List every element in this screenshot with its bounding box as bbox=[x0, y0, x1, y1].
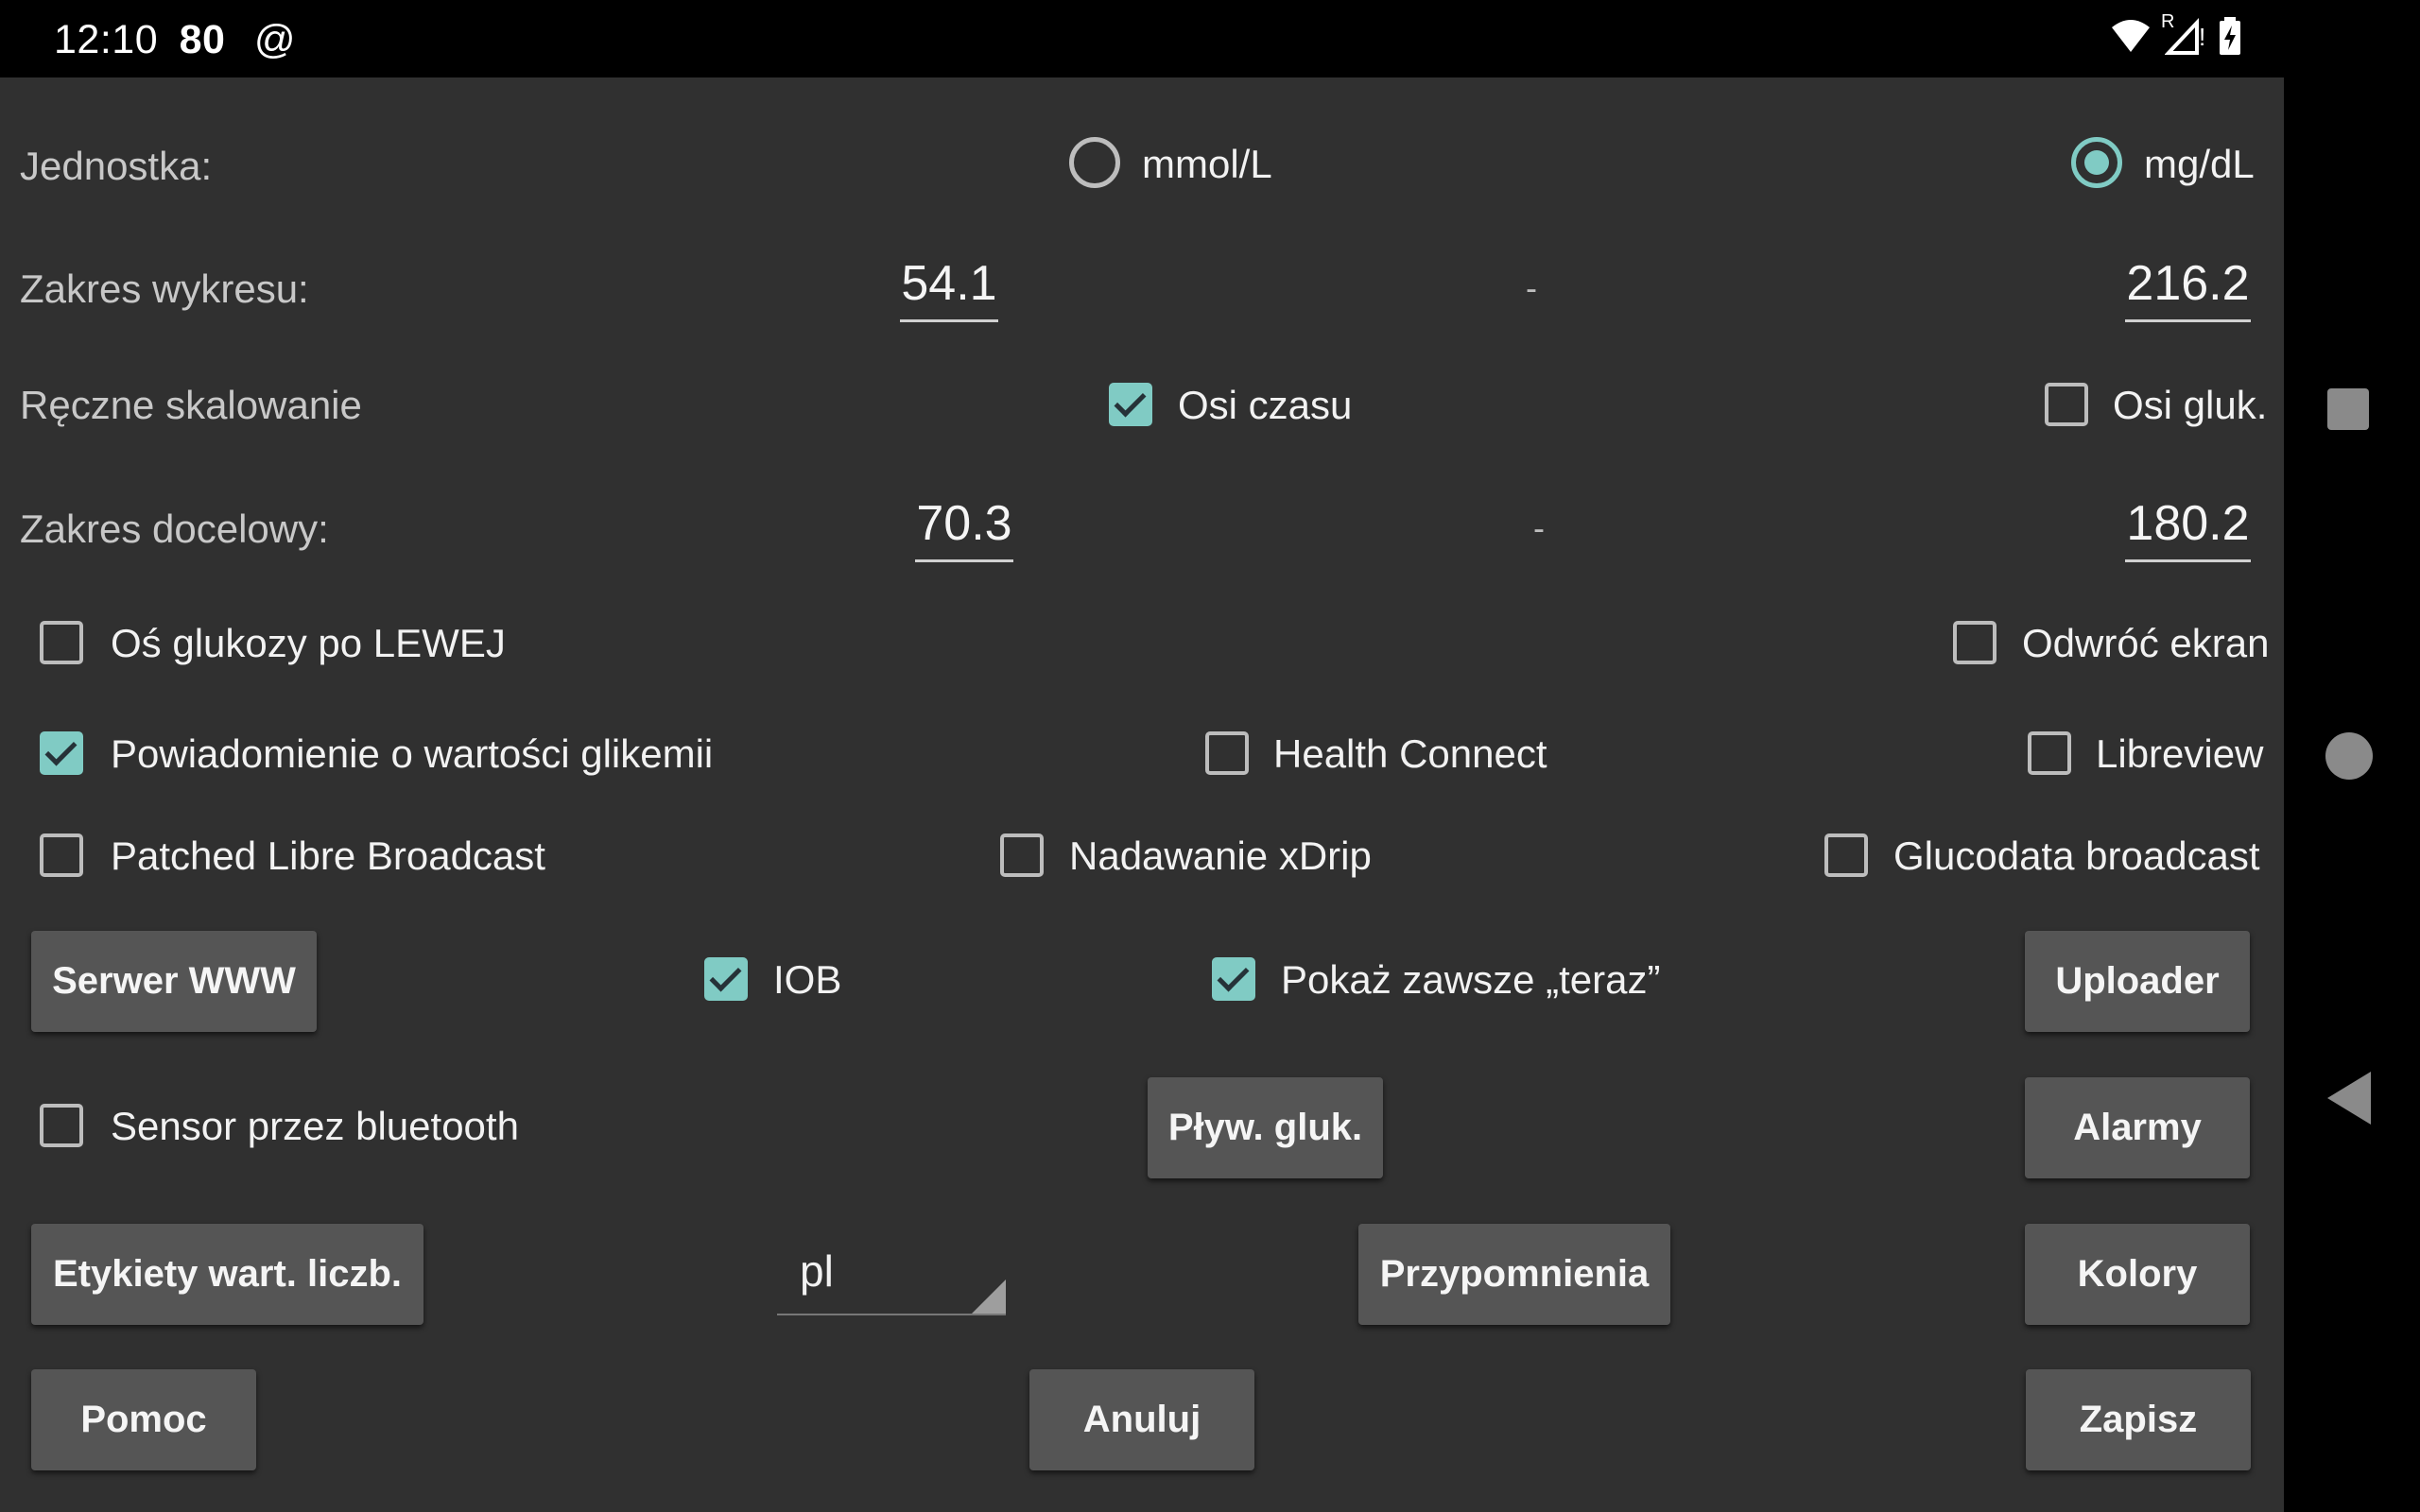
libreview-label[interactable]: Libreview bbox=[2096, 730, 2263, 778]
reminders-button[interactable]: Przypomnienia bbox=[1358, 1224, 1670, 1325]
numeric-labels-button[interactable]: Etykiety wart. liczb. bbox=[31, 1224, 424, 1325]
flip-screen-label[interactable]: Odwróć ekran bbox=[2022, 620, 2269, 667]
home-circle-icon[interactable] bbox=[2325, 732, 2373, 780]
language-value: pl bbox=[800, 1246, 834, 1296]
save-button[interactable]: Zapisz bbox=[2026, 1369, 2251, 1470]
graph-range-label: Zakres wykresu: bbox=[20, 266, 309, 311]
graph-range-min-input[interactable]: 54.1 bbox=[900, 253, 998, 322]
xdrip-broadcast-checkbox[interactable] bbox=[1000, 833, 1044, 877]
recents-square-icon[interactable] bbox=[2327, 388, 2369, 430]
status-bar: 12:10 80 @ R ! bbox=[0, 0, 2284, 77]
mgdl-radio[interactable] bbox=[2071, 137, 2122, 188]
target-range-max-input[interactable]: 180.2 bbox=[2125, 493, 2251, 562]
language-spinner[interactable]: pl bbox=[777, 1238, 1006, 1315]
libreview-checkbox[interactable] bbox=[2028, 731, 2071, 775]
sensor-bluetooth-checkbox[interactable] bbox=[40, 1104, 83, 1147]
iob-label[interactable]: IOB bbox=[773, 956, 841, 1004]
dropdown-triangle-icon bbox=[972, 1280, 1006, 1314]
status-time-row: 12:10 80 @ bbox=[54, 17, 296, 63]
health-connect-label[interactable]: Health Connect bbox=[1273, 730, 1547, 778]
glucose-axis-left-checkbox[interactable] bbox=[40, 621, 83, 664]
flip-screen-checkbox[interactable] bbox=[1953, 621, 1996, 664]
glucose-axis-left-label[interactable]: Oś glukozy po LEWEJ bbox=[111, 620, 506, 667]
time-axis-label[interactable]: Osi czasu bbox=[1178, 382, 1352, 429]
target-range-label: Zakres docelowy: bbox=[20, 507, 329, 551]
xdrip-broadcast-label[interactable]: Nadawanie xDrip bbox=[1069, 833, 1372, 880]
patched-libre-broadcast-checkbox[interactable] bbox=[40, 833, 83, 877]
settings-panel: Jednostka: mmol/L mg/dL Zakres wykresu: … bbox=[0, 77, 2284, 1512]
colors-button[interactable]: Kolory bbox=[2025, 1224, 2250, 1325]
target-range-separator: - bbox=[1533, 508, 1545, 547]
glycemia-notification-label[interactable]: Powiadomienie o wartości glikemii bbox=[111, 730, 713, 778]
no-data-mark: ! bbox=[2199, 23, 2206, 51]
gluc-axis-checkbox[interactable] bbox=[2045, 383, 2088, 426]
time-axis-checkbox[interactable] bbox=[1109, 383, 1152, 426]
gluc-axis-label[interactable]: Osi gluk. bbox=[2113, 382, 2267, 429]
graph-range-separator: - bbox=[1526, 268, 1537, 307]
mmol-radio[interactable] bbox=[1069, 137, 1120, 188]
patched-libre-broadcast-label[interactable]: Patched Libre Broadcast bbox=[111, 833, 545, 880]
uploader-button[interactable]: Uploader bbox=[2025, 931, 2250, 1032]
floating-glucose-button[interactable]: Pływ. gluk. bbox=[1148, 1077, 1383, 1178]
graph-range-max-input[interactable]: 216.2 bbox=[2125, 253, 2251, 322]
battery-charging-icon bbox=[2220, 17, 2240, 55]
sensor-bluetooth-label[interactable]: Sensor przez bluetooth bbox=[111, 1103, 519, 1150]
glucodata-broadcast-label[interactable]: Glucodata broadcast bbox=[1893, 833, 2260, 880]
target-range-min-input[interactable]: 70.3 bbox=[915, 493, 1013, 562]
mmol-label[interactable]: mmol/L bbox=[1142, 141, 1272, 188]
signal-roaming-icon: R ! bbox=[2161, 11, 2206, 55]
health-connect-checkbox[interactable] bbox=[1205, 731, 1249, 775]
glucodata-broadcast-checkbox[interactable] bbox=[1824, 833, 1868, 877]
battery-percentage: 80 bbox=[179, 17, 226, 62]
navigation-bar bbox=[2284, 0, 2420, 1512]
iob-checkbox[interactable] bbox=[704, 957, 748, 1001]
show-now-checkbox[interactable] bbox=[1212, 957, 1255, 1001]
help-button[interactable]: Pomoc bbox=[31, 1369, 256, 1470]
clock: 12:10 bbox=[54, 17, 159, 62]
mgdl-label[interactable]: mg/dL bbox=[2144, 141, 2255, 188]
roaming-mark: R bbox=[2161, 11, 2175, 32]
unit-label: Jednostka: bbox=[20, 144, 213, 188]
manual-scaling-label: Ręczne skalowanie bbox=[20, 383, 362, 427]
wifi-icon bbox=[2112, 20, 2150, 52]
show-now-label[interactable]: Pokaż zawsze „teraz” bbox=[1281, 956, 1660, 1004]
at-notification-icon: @ bbox=[253, 17, 297, 62]
web-server-button[interactable]: Serwer WWW bbox=[31, 931, 317, 1032]
alarms-button[interactable]: Alarmy bbox=[2025, 1077, 2250, 1178]
glycemia-notification-checkbox[interactable] bbox=[40, 731, 83, 775]
cancel-button[interactable]: Anuluj bbox=[1029, 1369, 1254, 1470]
back-triangle-icon[interactable] bbox=[2327, 1072, 2371, 1125]
